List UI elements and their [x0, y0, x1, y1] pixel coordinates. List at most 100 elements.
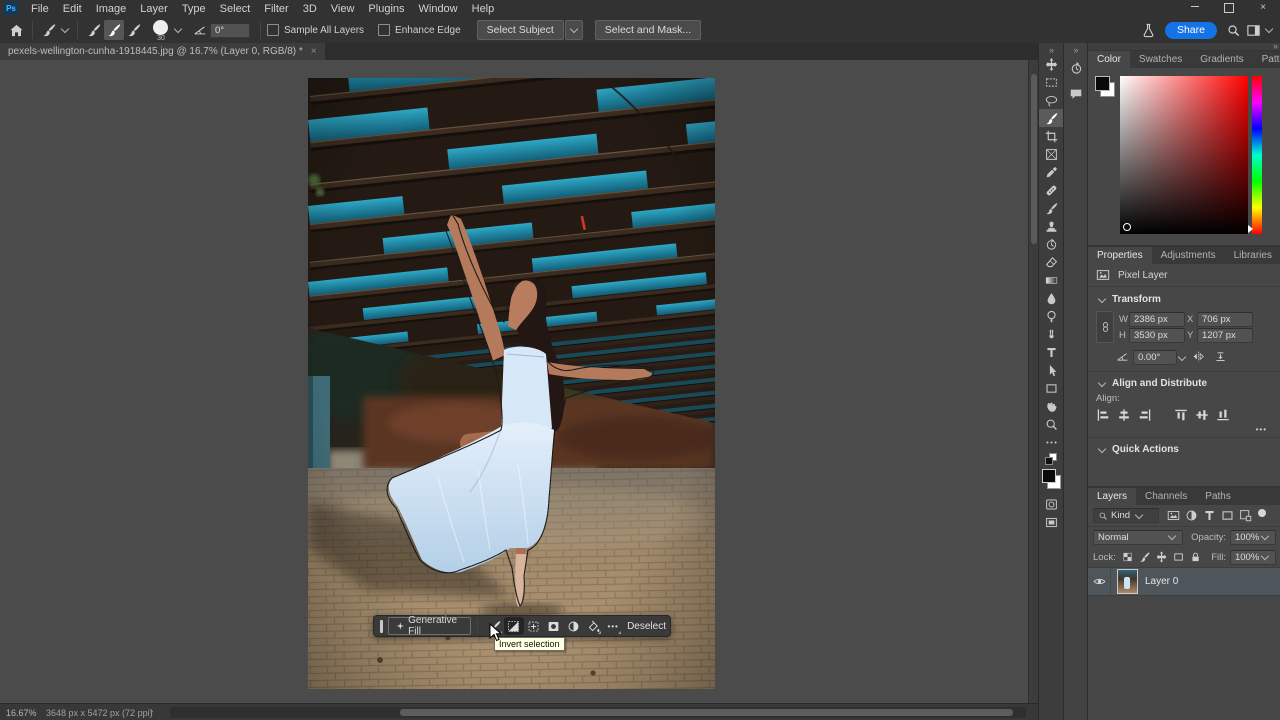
foreground-color-swatch[interactable]	[1095, 76, 1110, 91]
align-top-icon[interactable]	[1174, 408, 1188, 422]
align-more-icon[interactable]: •••	[1088, 424, 1280, 435]
layer-visibility-toggle[interactable]	[1088, 568, 1111, 595]
create-mask-icon[interactable]	[544, 617, 564, 635]
toolbar-collapse-icon[interactable]: »	[1039, 43, 1063, 55]
selection-brush-add-icon[interactable]	[104, 20, 124, 40]
menu-plugins[interactable]: Plugins	[361, 1, 411, 17]
select-subject-dropdown[interactable]	[565, 20, 583, 40]
menu-edit[interactable]: Edit	[56, 1, 89, 17]
selection-brush-new-icon[interactable]	[84, 20, 104, 40]
generative-fill-button[interactable]: Generative Fill	[388, 617, 472, 635]
rotate-angle-input[interactable]: 0.00°	[1133, 350, 1177, 365]
tool-preset-chevron[interactable]	[61, 25, 69, 33]
color-saturation-field[interactable]	[1120, 76, 1248, 234]
selection-brush-subtract-icon[interactable]	[124, 20, 144, 40]
brush-tool[interactable]	[1039, 199, 1063, 217]
menu-layer[interactable]: Layer	[133, 1, 175, 17]
layer-filter-toggle[interactable]	[1258, 509, 1266, 517]
dock-collapse-icon[interactable]: »	[1273, 41, 1277, 51]
y-input[interactable]: 1207 px	[1197, 328, 1253, 343]
zoom-tool[interactable]	[1039, 415, 1063, 433]
align-left-icon[interactable]	[1096, 408, 1110, 422]
tool-preset-icon[interactable]	[39, 20, 59, 40]
eyedropper-tool[interactable]	[1039, 163, 1063, 181]
x-input[interactable]: 706 px	[1197, 312, 1253, 327]
taskbar-drag-handle[interactable]	[380, 620, 383, 633]
flip-vertical-icon[interactable]	[1214, 350, 1227, 363]
adjustment-icon[interactable]	[564, 617, 584, 635]
select-subject-button[interactable]: Select Subject	[477, 20, 564, 40]
hue-slider-marker[interactable]	[1248, 225, 1253, 233]
filter-pixel-layers-icon[interactable]	[1167, 509, 1180, 522]
layer-thumbnail[interactable]	[1117, 569, 1138, 594]
document-tab-close-icon[interactable]: ×	[311, 46, 317, 57]
horizontal-scrollbar[interactable]	[170, 707, 1026, 718]
hand-tool[interactable]	[1039, 397, 1063, 415]
history-brush-tool[interactable]	[1039, 235, 1063, 253]
brush-size-chevron[interactable]	[174, 25, 182, 33]
dodge-tool[interactable]	[1039, 307, 1063, 325]
brush-size-picker[interactable]: 30	[150, 18, 172, 42]
menu-window[interactable]: Window	[412, 1, 465, 17]
opacity-input[interactable]: 100%	[1230, 530, 1276, 545]
rotate-angle-chevron[interactable]	[1178, 353, 1186, 361]
layer-row[interactable]: Layer 0	[1088, 568, 1280, 596]
lock-artboard-icon[interactable]	[1173, 551, 1184, 563]
gradient-tool[interactable]	[1039, 271, 1063, 289]
blend-mode-select[interactable]: Normal	[1093, 530, 1183, 545]
tab-properties[interactable]: Properties	[1088, 247, 1152, 264]
menu-type[interactable]: Type	[175, 1, 213, 17]
menu-file[interactable]: File	[24, 1, 56, 17]
tab-layers[interactable]: Layers	[1088, 488, 1136, 505]
lock-transparency-icon[interactable]	[1122, 551, 1133, 563]
status-arrow-icon[interactable]: ›	[150, 706, 153, 717]
tech-preview-icon[interactable]	[1139, 20, 1159, 40]
menu-filter[interactable]: Filter	[257, 1, 295, 17]
fill-selection-icon[interactable]	[583, 617, 603, 635]
quick-actions-header[interactable]: Quick Actions	[1088, 438, 1280, 461]
path-selection-tool[interactable]	[1039, 361, 1063, 379]
flip-horizontal-icon[interactable]	[1192, 350, 1205, 363]
sample-all-layers-checkbox[interactable]	[267, 24, 279, 36]
layer-filter-kind[interactable]: Kind	[1093, 508, 1159, 523]
lock-all-icon[interactable]	[1190, 551, 1201, 563]
photo-canvas[interactable]	[308, 78, 715, 689]
tab-channels[interactable]: Channels	[1136, 488, 1196, 505]
home-icon[interactable]	[6, 20, 26, 40]
workspace-icon[interactable]	[1243, 20, 1263, 40]
tab-paths[interactable]: Paths	[1196, 488, 1240, 505]
healing-brush-tool[interactable]	[1039, 181, 1063, 199]
comments-panel-icon[interactable]	[1064, 85, 1087, 103]
quick-mask-icon[interactable]	[1039, 495, 1063, 513]
tab-swatches[interactable]: Swatches	[1130, 51, 1191, 68]
select-and-mask-button[interactable]: Select and Mask...	[595, 20, 701, 40]
align-bottom-icon[interactable]	[1216, 408, 1230, 422]
invert-selection-icon[interactable]	[504, 617, 524, 635]
selection-brush-tool[interactable]	[1039, 109, 1063, 127]
hue-slider[interactable]	[1252, 76, 1262, 234]
share-button[interactable]: Share	[1165, 22, 1217, 39]
crop-tool[interactable]	[1039, 127, 1063, 145]
screen-mode-icon[interactable]	[1039, 513, 1063, 531]
type-tool[interactable]	[1039, 343, 1063, 361]
search-icon[interactable]	[1223, 20, 1243, 40]
foreground-background-swatches[interactable]	[1039, 467, 1063, 491]
history-panel-icon[interactable]	[1064, 59, 1087, 77]
menu-help[interactable]: Help	[465, 1, 502, 17]
marquee-tool[interactable]	[1039, 73, 1063, 91]
menu-select[interactable]: Select	[213, 1, 258, 17]
workspace-chevron[interactable]	[1265, 25, 1273, 33]
default-colors-icon[interactable]	[1039, 451, 1063, 467]
panels-expand-icon[interactable]: »	[1064, 43, 1087, 55]
align-center-horizontal-icon[interactable]	[1117, 408, 1131, 422]
width-input[interactable]: 2386 px	[1129, 312, 1185, 327]
align-section-header[interactable]: Align and Distribute	[1088, 372, 1280, 391]
transform-section-header[interactable]: Transform	[1088, 287, 1280, 309]
shape-tool[interactable]	[1039, 379, 1063, 397]
filter-type-layers-icon[interactable]	[1203, 509, 1216, 522]
color-field-marker[interactable]	[1123, 223, 1131, 231]
angle-input[interactable]: 0°	[210, 23, 250, 38]
filter-smart-objects-icon[interactable]	[1239, 509, 1252, 522]
menu-3d[interactable]: 3D	[296, 1, 324, 17]
tab-color[interactable]: Color	[1088, 51, 1130, 68]
